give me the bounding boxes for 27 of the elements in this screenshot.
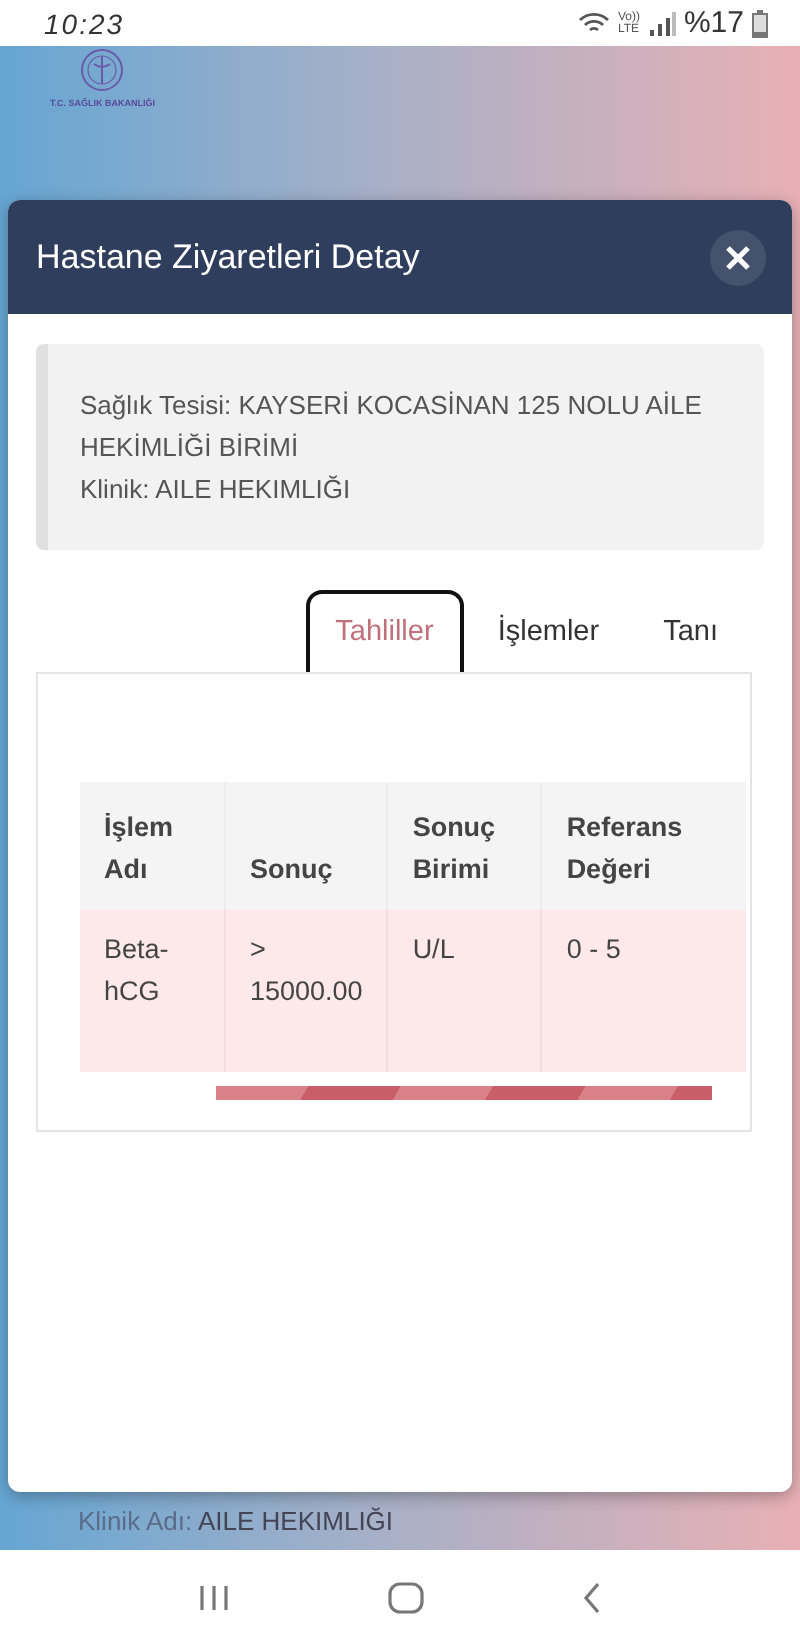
info-text: Sağlık Tesisi: KAYSERİ KOCASİNAN 125 NOLU AİLE HEKİMLİĞİ BİRİMİ	[80, 388, 704, 466]
scrollbar[interactable]	[216, 1086, 712, 1100]
wifi-icon	[577, 11, 610, 35]
table-cell: Beta-hCG	[80, 910, 225, 1072]
back-icon[interactable]	[581, 1581, 602, 1613]
table-cell: > 15000.00	[225, 910, 388, 1072]
table-cell: 0 - 5	[541, 910, 747, 1072]
battery-level: %17	[683, 6, 744, 40]
close-icon	[724, 243, 752, 271]
tab[interactable]: Tanı	[633, 590, 748, 672]
clock-time: 10:23	[44, 7, 125, 39]
recent-apps-icon[interactable]	[198, 1583, 231, 1611]
dialog-title: Hastane Ziyaretleri Detay	[36, 237, 420, 277]
tab[interactable]: İşlemler	[467, 590, 630, 672]
table-cell: U/L	[387, 910, 542, 1072]
clinic-name-text: Klinik Adı: AILE HEKIMLIĞI	[78, 1506, 394, 1536]
signal-icon	[647, 11, 676, 35]
tab[interactable]: Tahliller	[305, 590, 464, 672]
emblem-icon	[80, 48, 125, 92]
column-header: Referans Değeri	[541, 782, 747, 910]
column-header: Sonuç Birimi	[387, 782, 542, 910]
column-header: Sonuç	[225, 782, 388, 910]
home-icon[interactable]	[387, 1581, 424, 1613]
column-header: İşlem Adı	[80, 782, 225, 910]
info-text: Klinik: AILE HEKIMLIĞI	[80, 472, 353, 508]
close-button[interactable]	[710, 229, 766, 285]
battery-icon	[752, 9, 768, 37]
